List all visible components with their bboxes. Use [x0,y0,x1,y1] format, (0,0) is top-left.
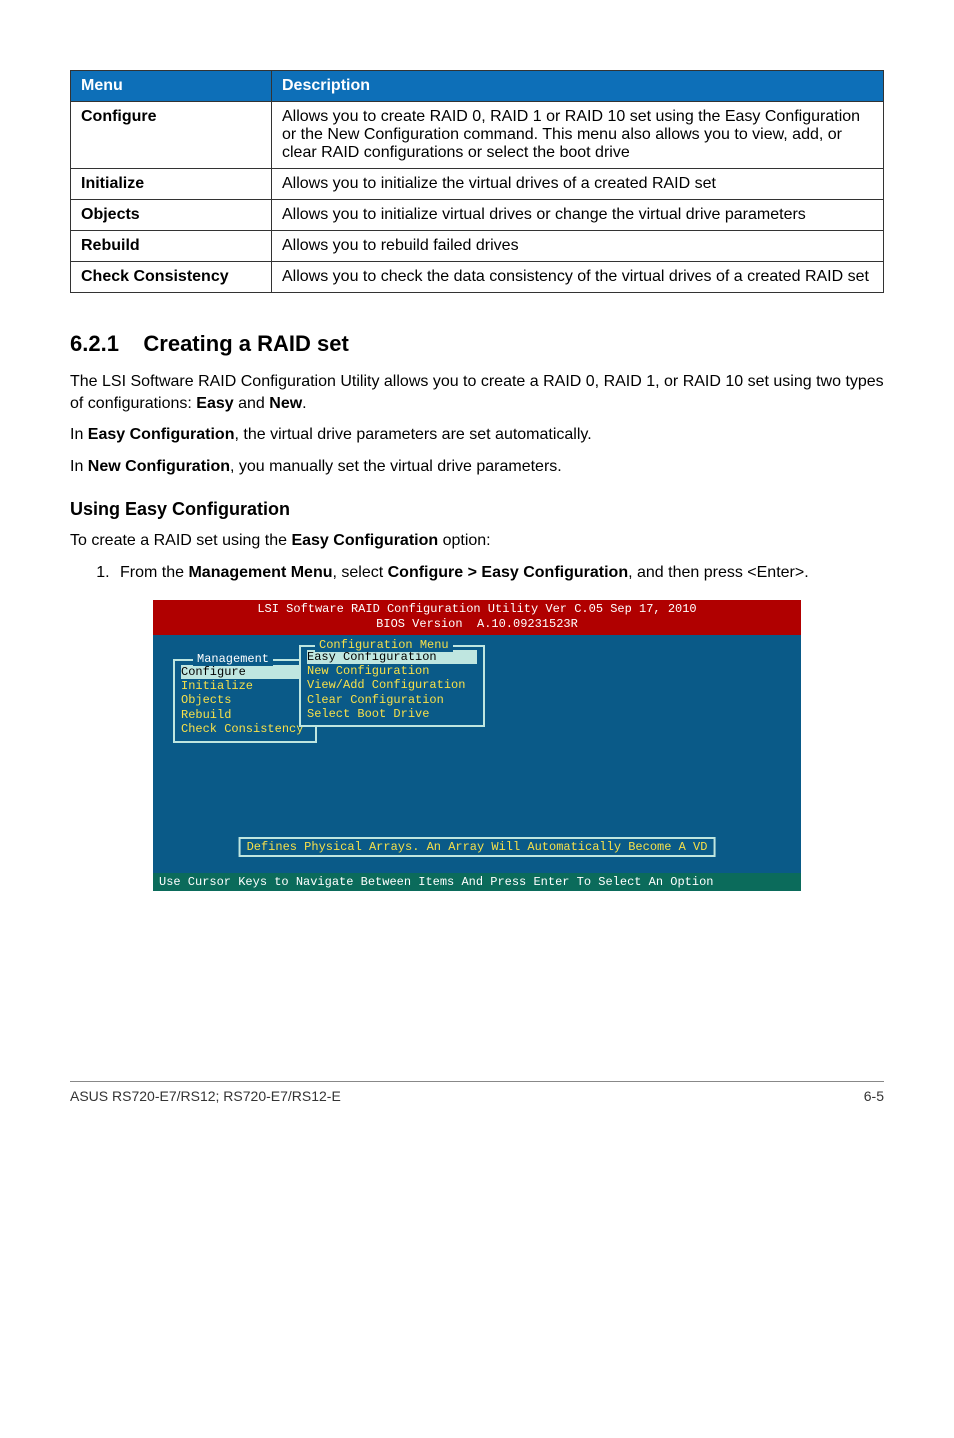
text: and [234,395,270,412]
text: , you manually set the virtual drive par… [230,458,562,475]
table-cell-menu: Rebuild [71,231,272,262]
bios-configuration-menu[interactable]: Configuration Menu Easy Configuration Ne… [299,645,485,727]
footer-page-number: 6-5 [864,1088,884,1104]
text: In [70,426,88,443]
section-heading: 6.2.1 Creating a RAID set [70,331,884,357]
text: . [302,395,306,412]
steps-list: From the Management Menu, select Configu… [70,562,884,584]
text: , the virtual drive parameters are set a… [234,426,591,443]
bios-cfg-item-clear[interactable]: Clear Configuration [307,693,477,707]
bios-mgmt-item-check-consistency[interactable]: Check Consistency [181,722,309,736]
table-cell-menu: Initialize [71,169,272,200]
bios-hint-bar: Defines Physical Arrays. An Array Will A… [239,837,716,857]
table-row: Objects Allows you to initialize virtual… [71,200,884,231]
table-cell-desc: Allows you to create RAID 0, RAID 1 or R… [272,102,884,169]
bold-text: Easy [196,395,233,412]
bios-title-line2: BIOS Version A.10.09231523R [376,617,578,631]
list-item: From the Management Menu, select Configu… [114,562,884,584]
bios-mgmt-item-objects[interactable]: Objects [181,693,309,707]
text: , and then press <Enter>. [628,564,809,581]
table-row: Rebuild Allows you to rebuild failed dri… [71,231,884,262]
bold-text: Easy Configuration [88,426,235,443]
bios-cfg-item-new[interactable]: New Configuration [307,664,477,678]
table-cell-menu: Check Consistency [71,262,272,293]
table-header-menu: Menu [71,71,272,102]
subsection-heading: Using Easy Configuration [70,499,884,520]
table-row: Configure Allows you to create RAID 0, R… [71,102,884,169]
table-header-description: Description [272,71,884,102]
bold-text: Configure > Easy Configuration [388,564,628,581]
bios-footer-bar: Use Cursor Keys to Navigate Between Item… [153,873,801,891]
text: option: [438,532,490,549]
text: From the [120,564,188,581]
bios-management-menu[interactable]: Management Configure Initialize Objects … [173,659,317,743]
table-row: Initialize Allows you to initialize the … [71,169,884,200]
paragraph: To create a RAID set using the Easy Conf… [70,530,884,552]
table-cell-desc: Allows you to rebuild failed drives [272,231,884,262]
bold-text: New [269,395,302,412]
bios-title-line1: LSI Software RAID Configuration Utility … [257,602,696,616]
bios-mgmt-item-configure[interactable]: Configure [181,665,309,679]
page-footer: ASUS RS720-E7/RS12; RS720-E7/RS12-E 6-5 [70,1081,884,1104]
paragraph: In Easy Configuration, the virtual drive… [70,424,884,446]
table-cell-desc: Allows you to initialize virtual drives … [272,200,884,231]
table-cell-desc: Allows you to check the data consistency… [272,262,884,293]
table-cell-menu: Configure [71,102,272,169]
bios-title-bar: LSI Software RAID Configuration Utility … [153,600,801,635]
bios-screenshot: LSI Software RAID Configuration Utility … [153,600,801,891]
text: To create a RAID set using the [70,532,291,549]
section-number: 6.2.1 [70,331,119,356]
section-title: Creating a RAID set [143,331,348,356]
text: In [70,458,88,475]
bios-mgmt-item-rebuild[interactable]: Rebuild [181,708,309,722]
table-cell-menu: Objects [71,200,272,231]
bios-mgmt-item-initialize[interactable]: Initialize [181,679,309,693]
paragraph: The LSI Software RAID Configuration Util… [70,371,884,414]
bold-text: New Configuration [88,458,230,475]
footer-left: ASUS RS720-E7/RS12; RS720-E7/RS12-E [70,1088,341,1104]
bios-cfg-item-easy[interactable]: Easy Configuration [307,650,477,664]
bios-body: Management Configure Initialize Objects … [153,635,801,873]
text: , select [332,564,387,581]
bold-text: Management Menu [188,564,332,581]
paragraph: In New Configuration, you manually set t… [70,456,884,478]
menu-description-table: Menu Description Configure Allows you to… [70,70,884,293]
table-row: Check Consistency Allows you to check th… [71,262,884,293]
bios-configuration-legend: Configuration Menu [315,638,453,652]
bios-cfg-item-view-add[interactable]: View/Add Configuration [307,678,477,692]
table-cell-desc: Allows you to initialize the virtual dri… [272,169,884,200]
bold-text: Easy Configuration [291,532,438,549]
bios-management-legend: Management [193,652,273,666]
text: The LSI Software RAID Configuration Util… [70,373,884,412]
bios-cfg-item-select-boot[interactable]: Select Boot Drive [307,707,477,721]
